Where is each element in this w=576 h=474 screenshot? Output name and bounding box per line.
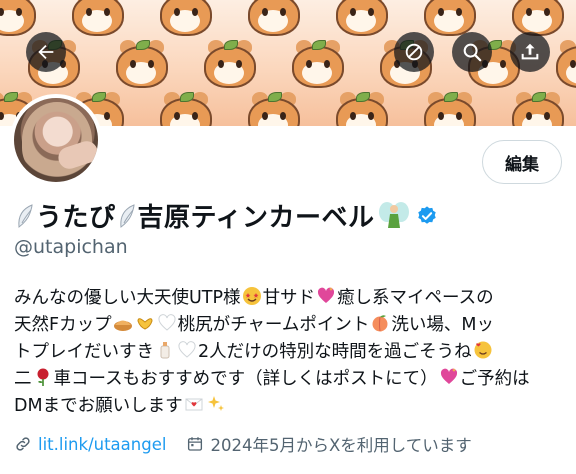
edit-profile-button[interactable]: 編集 — [482, 140, 562, 184]
name-first: うたぴ — [36, 203, 116, 233]
name-second: 吉原ティンカーベル — [137, 203, 375, 233]
banner-critter-shape — [244, 86, 304, 126]
bio-line: DMまでお願いします — [14, 393, 566, 420]
calendar-icon — [188, 437, 203, 451]
bio-line: 二車コースもおすすめです（詳しくはポストにて） ご予約は — [14, 368, 530, 389]
profile-meta: lit.link/utaangel 2024年5月からXを利用しています — [14, 432, 472, 456]
profile-bio: みんなの優しい大天使UTP様 甘サド 癒し系マイペースの 天然Fカップ 桃尻がチャーム… — [14, 285, 566, 420]
verified-badge-icon[interactable] — [416, 205, 438, 227]
avatar[interactable] — [10, 94, 102, 186]
banner-critter-shape — [68, 0, 128, 38]
banner-critter-shape — [288, 34, 348, 90]
back-button[interactable] — [26, 32, 66, 72]
avatar-hair-shape — [22, 102, 92, 178]
notifications-off-button[interactable] — [394, 32, 434, 72]
search-button[interactable] — [452, 32, 492, 72]
heart-hands-icon — [137, 318, 153, 330]
sparkling-heart-icon — [440, 368, 457, 384]
arrow-left-icon — [38, 44, 54, 60]
banner-critter-shape — [112, 34, 172, 90]
profile-link[interactable]: lit.link/utaangel — [38, 435, 166, 454]
white-heart-icon — [178, 341, 196, 358]
banner-critter-shape — [244, 0, 304, 38]
share-icon — [521, 43, 539, 60]
pie-icon — [113, 320, 132, 331]
lotion-bottle-icon — [160, 342, 170, 359]
banner-critter-shape — [508, 86, 568, 126]
white-heart-icon — [158, 314, 176, 331]
starstruck-face-icon — [242, 287, 261, 305]
joined-date: 2024年5月からXを利用しています — [210, 436, 472, 455]
smiling-face-with-hearts-icon — [474, 341, 492, 359]
wing-icon — [119, 203, 135, 228]
sparkles-icon — [207, 396, 224, 411]
no-notify-icon — [405, 43, 423, 61]
banner-critter-shape — [332, 86, 392, 126]
bio-line: 天然Fカップ 桃尻がチャームポイント 洗い場、Mッ — [14, 314, 494, 335]
banner-critter-shape — [0, 0, 40, 38]
banner-critter-shape — [156, 86, 216, 126]
bio-line: みんなの優しい大天使UTP様 甘サド 癒し系マイペースの — [14, 287, 494, 308]
link-icon — [16, 437, 30, 451]
fairy-icon — [379, 201, 410, 228]
peach-icon — [372, 315, 388, 332]
profile-name: うたぴ 吉原ティンカーベル — [14, 197, 438, 234]
rose-icon — [37, 368, 48, 386]
wing-icon — [18, 203, 33, 228]
sparkling-heart-icon — [317, 287, 335, 303]
banner-critter-shape — [156, 0, 216, 38]
banner-critter-shape — [332, 0, 392, 38]
search-icon — [463, 43, 482, 62]
banner-critter-shape — [200, 34, 260, 90]
share-button[interactable] — [510, 32, 550, 72]
profile-handle: @utapichan — [14, 236, 128, 258]
love-letter-icon — [185, 398, 203, 411]
banner-critter-shape — [508, 0, 568, 38]
banner-critter-shape — [420, 86, 480, 126]
banner-critter-shape — [552, 34, 576, 90]
bio-line: トプレイだいすき 2人だけの特別な時間を過ごそうね — [14, 339, 566, 366]
